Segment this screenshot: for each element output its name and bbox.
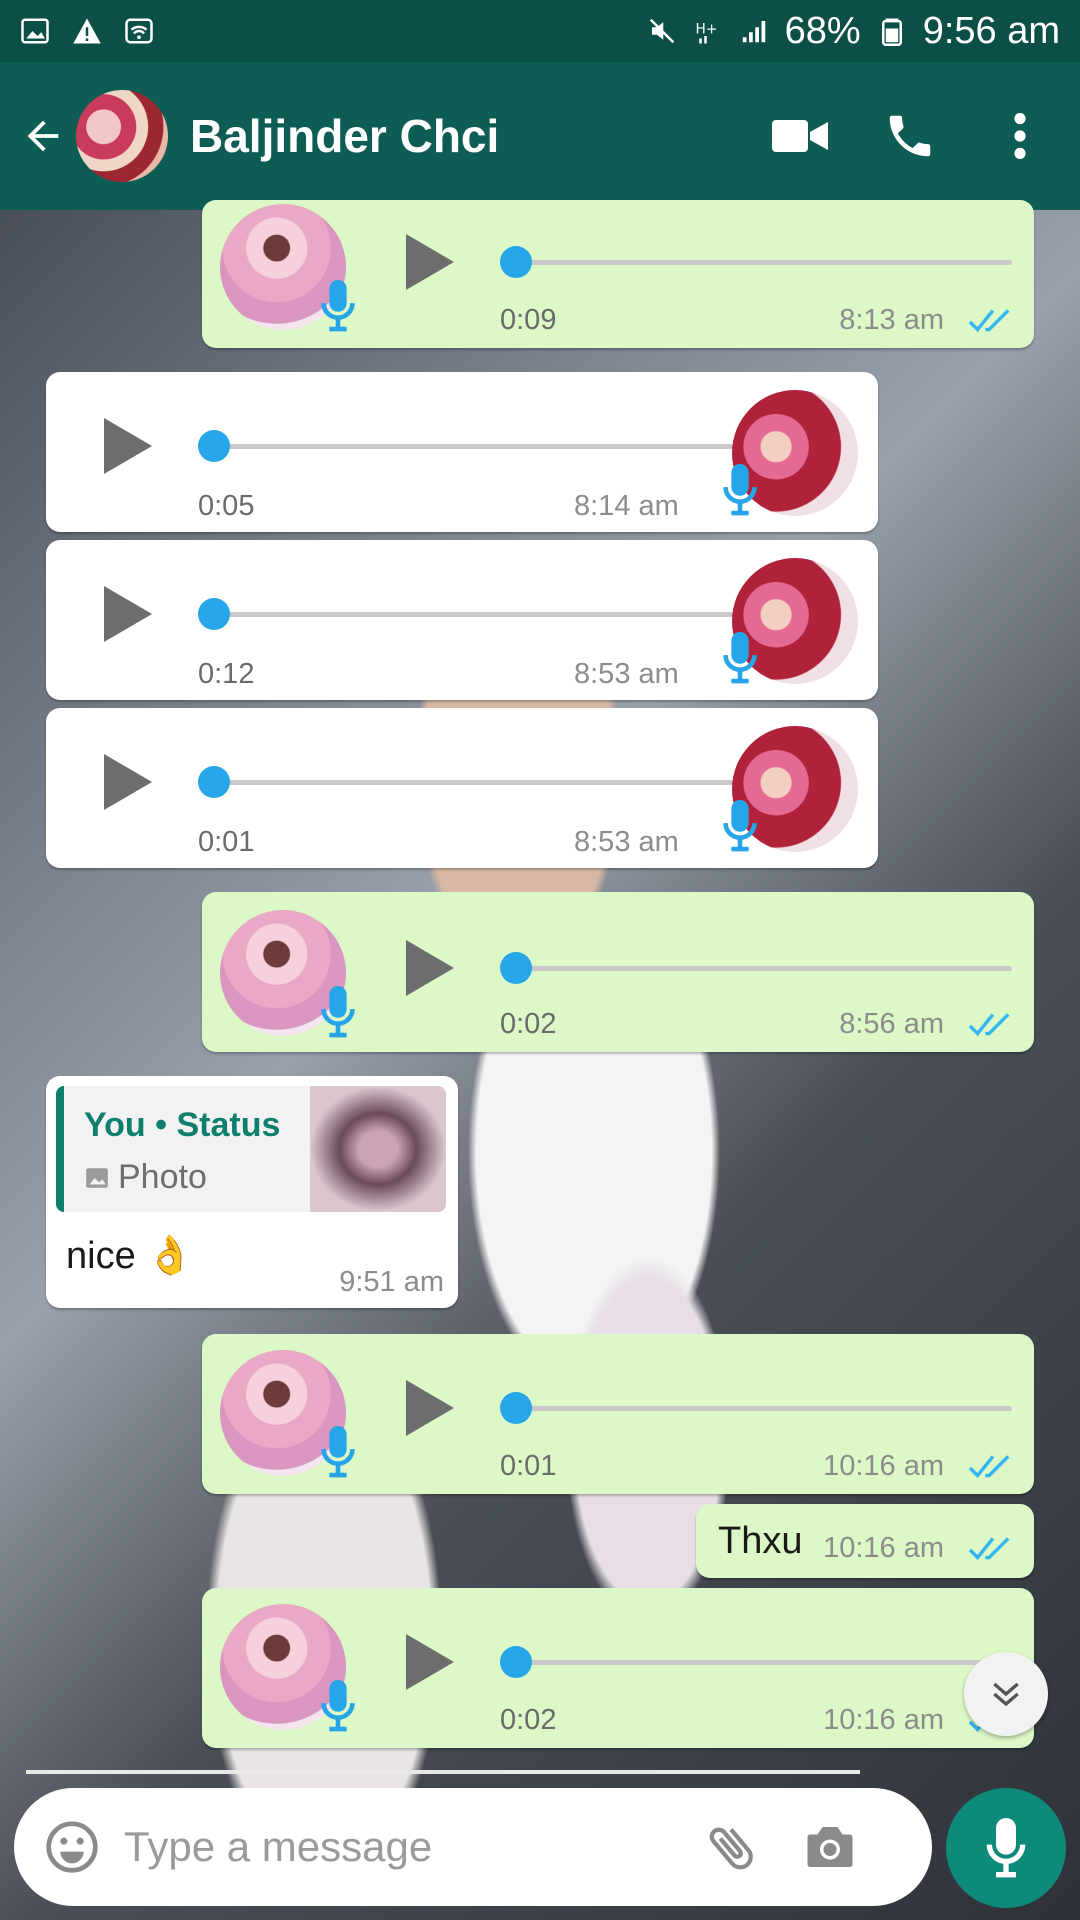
status-bar: H+ 68% 9:56 am [0, 0, 1080, 62]
message-time: 9:51 am [339, 1266, 444, 1298]
voice-duration: 0:01 [198, 826, 255, 858]
audio-seekbar[interactable] [204, 612, 734, 617]
seek-handle[interactable] [198, 766, 230, 798]
mute-icon [649, 18, 674, 44]
incoming-reply-message[interactable]: You • Status Photo nice 👌 9:51 am [46, 1076, 458, 1308]
message-text: nice 👌 [66, 1235, 194, 1277]
voice-duration: 0:02 [500, 1704, 557, 1736]
audio-seekbar[interactable] [502, 1406, 1012, 1411]
play-button[interactable] [104, 754, 152, 810]
message-time: 8:56 am [839, 1008, 944, 1040]
seek-handle[interactable] [500, 246, 532, 278]
message-time: 8:53 am [574, 658, 679, 690]
play-button[interactable] [406, 1380, 454, 1436]
message-time: 8:14 am [574, 490, 679, 522]
incoming-voice-message[interactable]: 0:12 8:53 am [46, 540, 878, 700]
message-time: 8:13 am [839, 304, 944, 336]
play-button[interactable] [104, 418, 152, 474]
network-type-icon: H+ [695, 22, 717, 44]
message-input[interactable] [124, 1823, 684, 1871]
audio-seekbar[interactable] [502, 966, 1012, 971]
status-clock: 9:56 am [922, 9, 1060, 52]
emoji-icon[interactable] [44, 1819, 100, 1875]
video-call-icon [772, 120, 828, 152]
seek-handle[interactable] [198, 598, 230, 630]
voice-duration: 0:01 [500, 1450, 557, 1482]
contact-avatar[interactable] [76, 90, 168, 182]
voice-duration: 0:02 [500, 1008, 557, 1040]
quote-type-label: Photo [118, 1158, 207, 1196]
voice-call-button[interactable] [880, 106, 940, 166]
audio-seekbar[interactable] [204, 444, 734, 449]
quote-author: You • Status [84, 1106, 281, 1144]
incoming-voice-message[interactable]: 0:05 8:14 am [46, 372, 878, 532]
battery-icon [881, 18, 902, 46]
video-call-button[interactable] [770, 106, 830, 166]
mic-icon [723, 464, 757, 516]
mic-icon [321, 986, 355, 1038]
more-icon [1014, 113, 1026, 159]
seek-handle[interactable] [500, 1646, 532, 1678]
message-time: 10:16 am [823, 1704, 944, 1736]
gallery-notification-icon [21, 18, 49, 44]
back-arrow-icon[interactable] [20, 113, 66, 159]
audio-seekbar[interactable] [204, 780, 734, 785]
message-time: 8:53 am [574, 826, 679, 858]
play-button[interactable] [406, 234, 454, 290]
scroll-to-bottom-button[interactable] [964, 1652, 1048, 1736]
incoming-voice-message[interactable]: 0:01 8:53 am [46, 708, 878, 868]
phone-icon [889, 115, 931, 157]
outgoing-text-message[interactable]: Thxu 10:16 am [696, 1504, 1034, 1578]
double-check-icon [968, 1537, 1010, 1561]
mic-icon [321, 1426, 355, 1478]
signal-icon [742, 21, 765, 43]
seek-handle[interactable] [198, 430, 230, 462]
double-check-icon [968, 1455, 1010, 1479]
quote-type: Photo [84, 1158, 207, 1197]
play-button[interactable] [406, 940, 454, 996]
mic-icon [321, 1680, 355, 1732]
chat-header: Baljinder Chci [0, 62, 1080, 210]
voice-duration: 0:05 [198, 490, 255, 522]
mic-icon [986, 1818, 1026, 1878]
mic-icon [321, 280, 355, 332]
message-composer [14, 1788, 932, 1906]
quoted-status[interactable]: You • Status Photo [56, 1086, 446, 1212]
play-button[interactable] [104, 586, 152, 642]
warning-icon [73, 18, 101, 44]
composer-divider [26, 1770, 860, 1774]
voice-duration: 0:12 [198, 658, 255, 690]
message-time: 10:16 am [823, 1532, 944, 1564]
audio-seekbar[interactable] [502, 1660, 1012, 1665]
mic-icon [723, 800, 757, 852]
camera-icon[interactable] [800, 1817, 860, 1877]
seek-handle[interactable] [500, 952, 532, 984]
photo-icon [86, 1167, 108, 1188]
audio-seekbar[interactable] [502, 260, 1012, 265]
mic-icon [723, 632, 757, 684]
message-text: Thxu [718, 1520, 803, 1562]
seek-handle[interactable] [500, 1392, 532, 1424]
contact-name[interactable]: Baljinder Chci [190, 109, 770, 163]
chevron-down-icon [993, 1682, 1019, 1707]
outgoing-voice-message[interactable]: 0:02 10:16 am [202, 1588, 1034, 1748]
play-button[interactable] [406, 1634, 454, 1690]
message-time: 10:16 am [823, 1450, 944, 1482]
attach-icon[interactable] [704, 1819, 760, 1875]
double-check-icon [968, 1013, 1010, 1037]
svg-text:H+: H+ [695, 22, 717, 38]
wifi-icon [125, 18, 153, 44]
battery-percent: 68% [784, 9, 861, 52]
voice-duration: 0:09 [500, 304, 557, 336]
voice-record-button[interactable] [946, 1788, 1066, 1908]
status-thumbnail [310, 1086, 446, 1212]
outgoing-voice-message[interactable]: 0:01 10:16 am [202, 1334, 1034, 1494]
double-check-icon [968, 309, 1010, 333]
outgoing-voice-message[interactable]: 0:02 8:56 am [202, 892, 1034, 1052]
more-options-button[interactable] [990, 106, 1050, 166]
outgoing-voice-message[interactable]: 0:09 8:13 am [202, 200, 1034, 348]
